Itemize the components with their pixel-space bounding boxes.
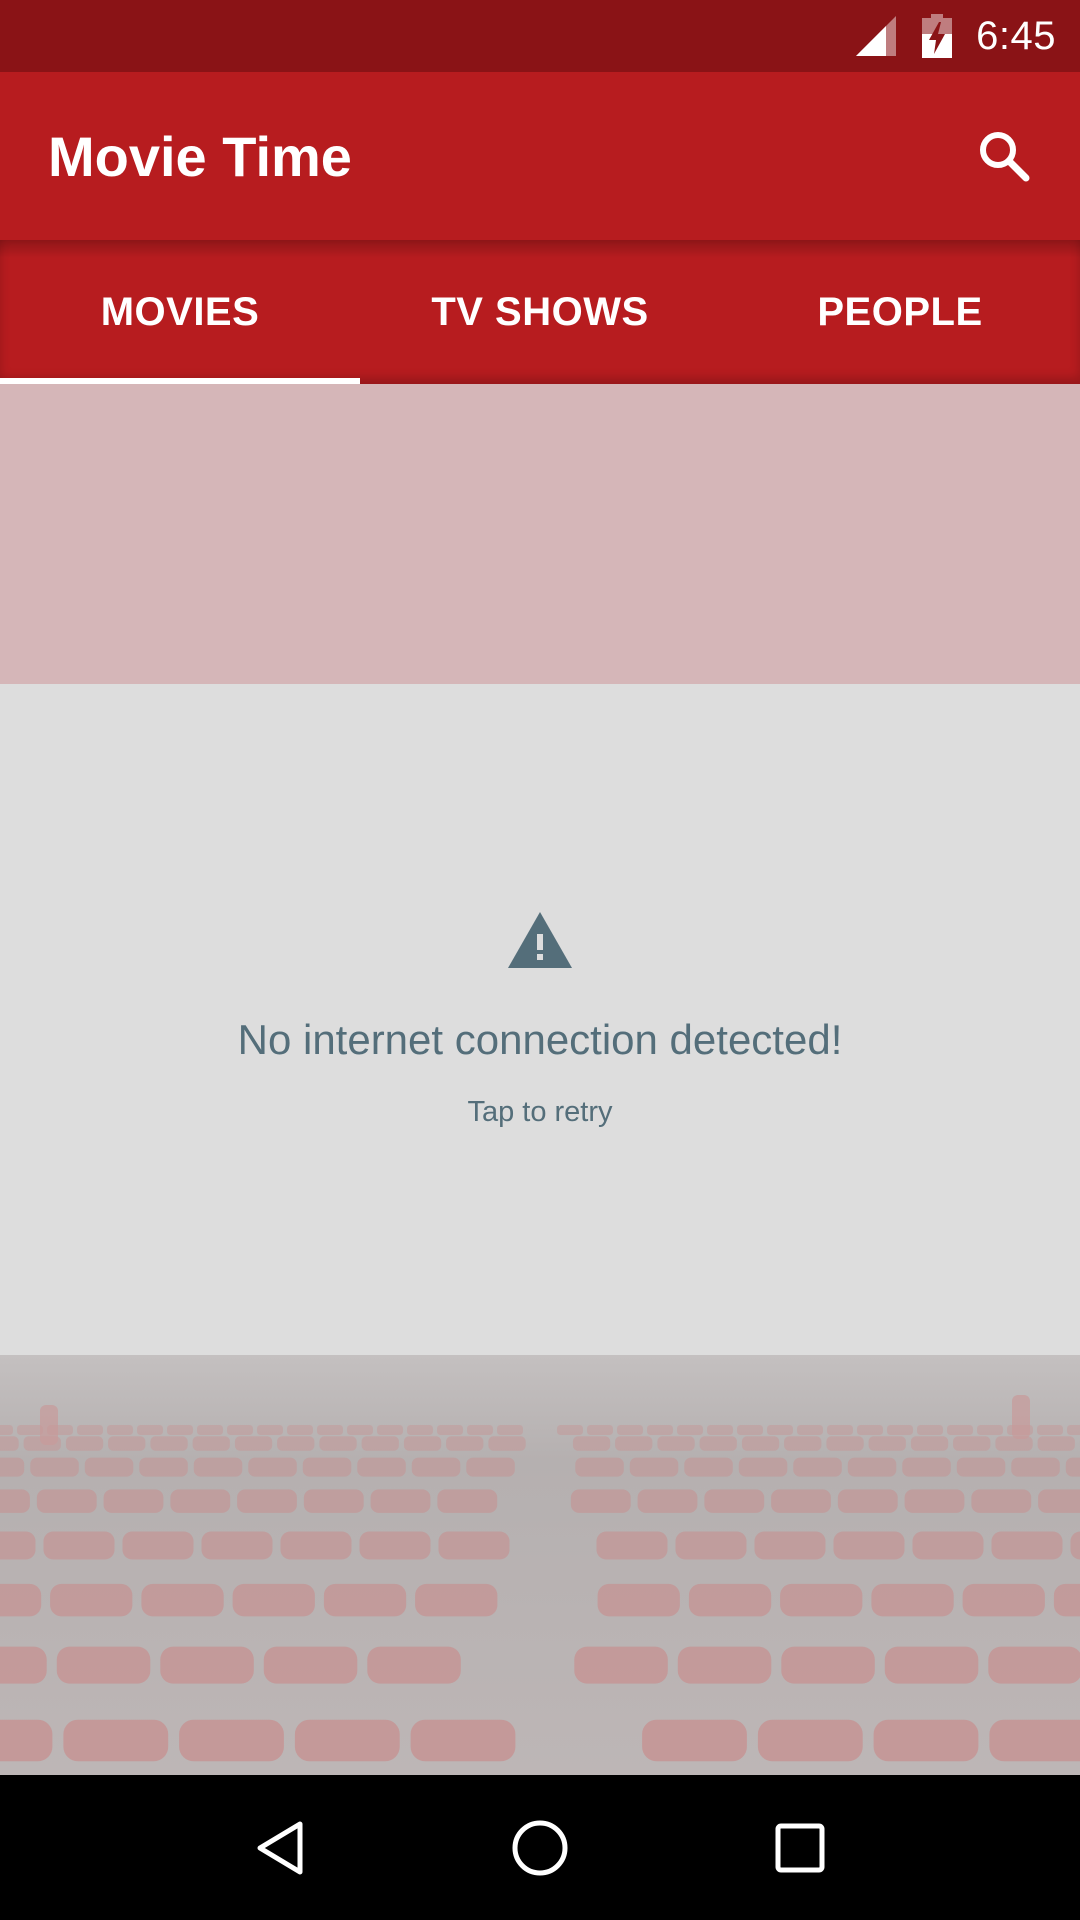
tab-movies[interactable]: MOVIES (0, 240, 360, 384)
app-bar: Movie Time (0, 72, 1080, 240)
no-connection-panel[interactable]: No internet connection detected! Tap to … (0, 684, 1080, 1355)
cell-signal-icon (856, 16, 897, 56)
recents-button[interactable] (750, 1798, 850, 1898)
warning-icon (508, 912, 572, 968)
app-title: Movie Time (48, 124, 352, 188)
tab-tv-shows[interactable]: TV SHOWS (360, 240, 720, 384)
battery-charging-icon (922, 14, 953, 58)
tab-people[interactable]: PEOPLE (720, 240, 1080, 384)
search-button[interactable] (964, 116, 1044, 196)
back-icon (257, 1821, 303, 1874)
status-time: 6:45 (976, 13, 1056, 58)
recents-icon (775, 1823, 825, 1872)
header-backdrop (0, 384, 1080, 684)
navigation-bar (0, 1775, 1080, 1920)
error-message: No internet connection detected! (237, 1016, 843, 1063)
search-icon (980, 132, 1030, 182)
cinema-background-image (0, 1355, 1080, 1775)
tab-bar: MOVIES TV SHOWS PEOPLE (0, 240, 1080, 384)
status-bar: 6:45 (0, 0, 1080, 72)
home-icon (512, 1820, 568, 1875)
back-button[interactable] (230, 1798, 330, 1898)
retry-label[interactable]: Tap to retry (467, 1096, 612, 1129)
home-button[interactable] (490, 1798, 590, 1898)
